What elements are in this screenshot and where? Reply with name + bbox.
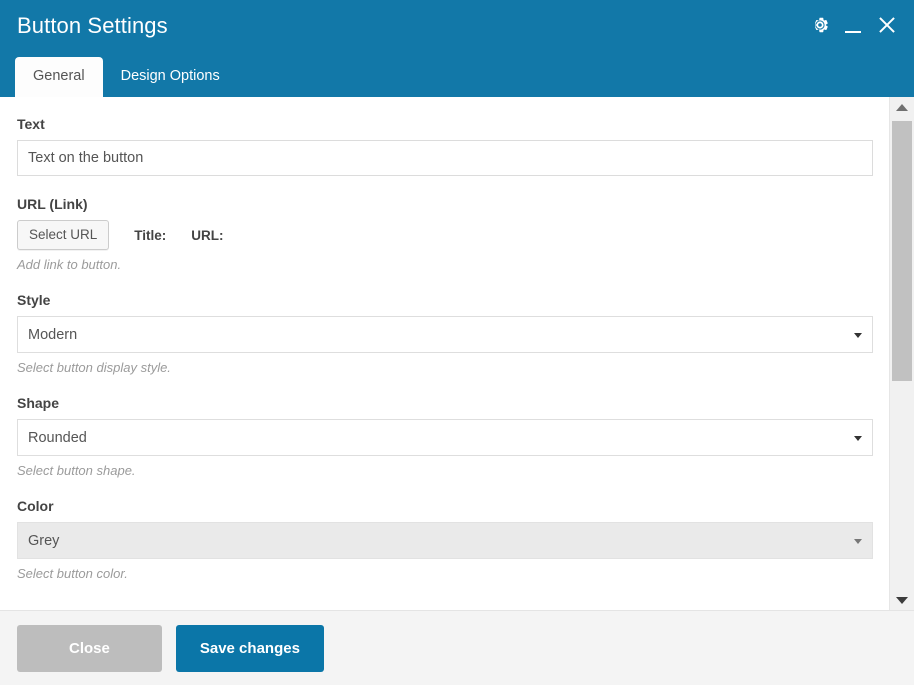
style-select-wrap: Modern (17, 316, 873, 353)
field-style-description: Select button display style. (17, 360, 171, 375)
shape-select-wrap: Rounded (17, 419, 873, 456)
vertical-scrollbar[interactable] (889, 97, 914, 610)
scroll-down-button[interactable] (890, 590, 914, 610)
tab-general[interactable]: General (15, 57, 103, 97)
url-row: Select URL Title: URL: (17, 220, 872, 250)
arrow-up-icon (896, 103, 908, 111)
url-link-label: URL: (191, 227, 224, 243)
minimize-icon[interactable] (843, 14, 863, 36)
field-shape-description: Select button shape. (17, 463, 136, 478)
field-shape: Shape Rounded Select button shape. (17, 394, 873, 479)
field-color-description: Select button color. (17, 566, 128, 581)
modal-body: Text URL (Link) Select URL Title: URL: (0, 97, 914, 610)
modal-footer: Close Save changes (0, 610, 914, 685)
text-input[interactable] (17, 140, 873, 176)
tab-bar: General Design Options (15, 57, 238, 97)
field-url-description: Add link to button. (17, 257, 122, 272)
color-select[interactable]: Grey (17, 522, 873, 559)
window-controls (810, 14, 898, 36)
style-select[interactable]: Modern (17, 316, 873, 353)
color-select-wrap: Grey (17, 522, 873, 559)
field-url: URL (Link) Select URL Title: URL: Add li… (17, 195, 872, 273)
field-url-label: URL (Link) (17, 196, 88, 212)
close-icon[interactable] (876, 14, 898, 36)
scrollbar-thumb[interactable] (892, 121, 912, 381)
url-title-group: Title: (134, 228, 171, 243)
field-style-label: Style (17, 292, 51, 308)
settings-form: Text URL (Link) Select URL Title: URL: (0, 97, 889, 610)
field-color-label: Color (17, 498, 54, 514)
modal-header: Button Settings General Design Options (0, 0, 914, 97)
field-color: Color Grey Select button color. (17, 497, 873, 582)
url-link-group: URL: (191, 228, 228, 243)
field-text-label: Text (17, 116, 45, 132)
tab-design-options[interactable]: Design Options (103, 57, 238, 97)
arrow-down-icon (896, 596, 908, 604)
field-text: Text (17, 115, 873, 176)
save-changes-button[interactable]: Save changes (175, 624, 324, 672)
page-title: Button Settings (17, 13, 168, 38)
url-meta: Title: URL: (134, 228, 228, 243)
url-title-label: Title: (134, 227, 167, 243)
shape-select[interactable]: Rounded (17, 419, 873, 456)
scroll-up-button[interactable] (890, 97, 914, 117)
gear-icon[interactable] (810, 15, 830, 35)
field-style: Style Modern Select button display style… (17, 291, 873, 376)
select-url-button[interactable]: Select URL (17, 220, 110, 250)
close-button[interactable]: Close (17, 624, 162, 672)
field-shape-label: Shape (17, 395, 60, 411)
button-settings-modal: Button Settings General Design Options T… (0, 0, 914, 685)
